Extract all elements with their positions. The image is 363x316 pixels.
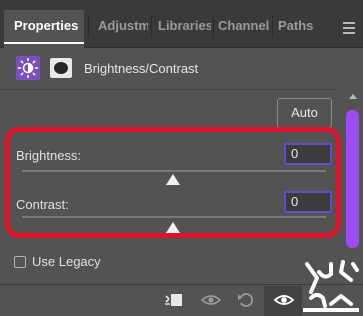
tab-paths-label: Paths xyxy=(278,18,314,33)
tab-libraries[interactable]: Libraries xyxy=(158,10,211,48)
tab-adjustments-label: Adjustm xyxy=(98,18,148,33)
reset-icon[interactable] xyxy=(237,292,255,308)
tab-libraries-label: Libraries xyxy=(158,18,211,33)
layer-mask-icon[interactable] xyxy=(50,58,72,78)
tab-properties[interactable]: Properties xyxy=(4,10,84,48)
tab-adjustments[interactable]: Adjustm xyxy=(98,10,148,48)
adjustment-title: Brightness/Contrast xyxy=(84,61,199,76)
tab-paths[interactable]: Paths xyxy=(278,10,318,48)
view-previous-state-icon[interactable] xyxy=(200,292,222,308)
red-highlight-annotation xyxy=(5,127,341,238)
tab-separator xyxy=(151,16,152,38)
tab-channels[interactable]: Channels xyxy=(218,10,270,48)
auto-button[interactable]: Auto xyxy=(277,98,332,128)
panel-menu-icon[interactable] xyxy=(343,22,355,37)
tab-separator xyxy=(272,16,273,38)
brightness-contrast-icon[interactable] xyxy=(16,56,40,80)
visibility-eye-icon[interactable] xyxy=(273,292,295,308)
tab-channels-label: Channels xyxy=(218,18,270,33)
watermark-logo xyxy=(301,258,361,314)
adjustment-header: Brightness/Contrast xyxy=(0,52,363,86)
use-legacy-label: Use Legacy xyxy=(32,254,101,269)
tab-properties-label: Properties xyxy=(14,18,79,33)
header-divider xyxy=(0,89,337,90)
tab-separator xyxy=(213,16,214,38)
clip-to-layer-icon[interactable] xyxy=(164,292,182,308)
panel-tab-bar: Properties Adjustm Libraries Channels Pa… xyxy=(0,0,363,48)
properties-panel: Properties Adjustm Libraries Channels Pa… xyxy=(0,0,363,316)
scrollbar-thumb[interactable] xyxy=(346,110,359,248)
tab-separator xyxy=(88,16,89,38)
scroll-up-arrow-icon[interactable] xyxy=(349,94,357,99)
use-legacy-checkbox[interactable] xyxy=(14,256,26,268)
